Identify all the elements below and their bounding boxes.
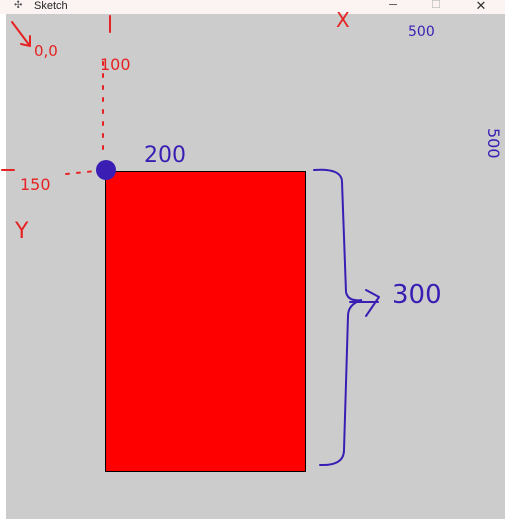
sketch-canvas[interactable]: [6, 14, 505, 519]
window-title: Sketch: [34, 0, 68, 12]
close-button[interactable]: ✕: [461, 0, 501, 12]
processing-sketch-icon: ✣: [14, 0, 23, 11]
sketch-window: ✣ Sketch ─ ☐ ✕ 0,0 100 X 150 Y 200 500 5…: [0, 0, 505, 519]
maximize-button[interactable]: ☐: [416, 0, 456, 12]
red-rectangle: [105, 171, 306, 472]
title-bar[interactable]: ✣ Sketch ─ ☐ ✕: [0, 0, 505, 14]
minimize-button[interactable]: ─: [373, 0, 413, 12]
